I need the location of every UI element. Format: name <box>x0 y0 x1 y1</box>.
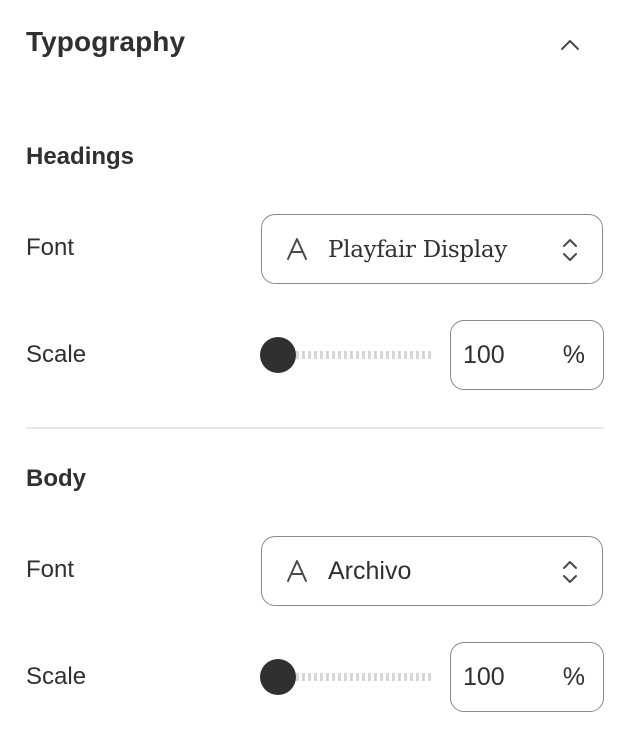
headings-scale-slider[interactable] <box>260 335 432 375</box>
panel-header[interactable]: Typography <box>26 22 604 68</box>
headings-scale-label: Scale <box>26 341 87 368</box>
body-font-select[interactable]: Archivo <box>261 536 603 606</box>
chevron-up-icon <box>561 40 579 50</box>
headings-section-title: Headings <box>26 143 135 170</box>
section-divider <box>26 427 604 429</box>
up-down-chevron-icon <box>563 561 577 583</box>
percent-unit: % <box>562 341 585 369</box>
collapse-button[interactable] <box>552 22 588 68</box>
headings-scale-input[interactable]: 100 % <box>450 320 604 390</box>
headings-scale-value: 100 <box>463 341 505 369</box>
body-scale-label: Scale <box>26 663 87 690</box>
body-section-title: Body <box>26 465 86 492</box>
font-letter-icon <box>287 560 307 582</box>
slider-track <box>290 351 432 359</box>
typography-panel: Typography Headings Font Playfair Displa… <box>0 0 626 740</box>
up-down-chevron-icon <box>563 239 577 261</box>
headings-font-value: Playfair Display <box>328 237 508 263</box>
body-scale-input[interactable]: 100 % <box>450 642 604 712</box>
body-scale-slider[interactable] <box>260 657 432 697</box>
font-letter-icon <box>287 238 307 260</box>
slider-track <box>290 673 432 681</box>
headings-font-select[interactable]: Playfair Display <box>261 214 603 284</box>
body-font-value: Archivo <box>328 557 412 585</box>
slider-thumb[interactable] <box>260 659 296 695</box>
body-font-label: Font <box>26 556 75 583</box>
body-scale-value: 100 <box>463 663 505 691</box>
percent-unit: % <box>562 663 585 691</box>
headings-font-label: Font <box>26 234 75 261</box>
slider-thumb[interactable] <box>260 337 296 373</box>
panel-title: Typography <box>26 26 186 57</box>
